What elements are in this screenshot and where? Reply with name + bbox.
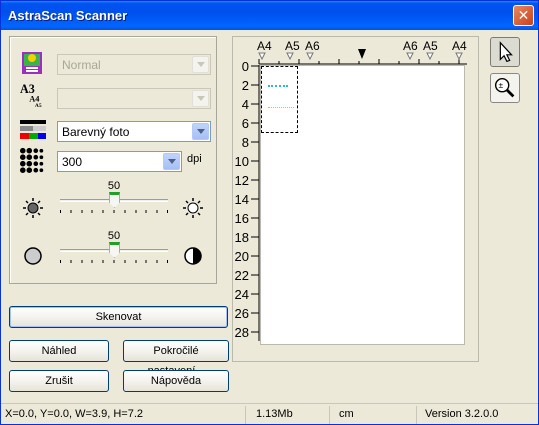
- chevron-down-icon[interactable]: [192, 90, 209, 107]
- paper-size-select[interactable]: [57, 88, 211, 109]
- svg-text:A5: A5: [35, 103, 42, 108]
- cancel-button[interactable]: Zrušit: [9, 370, 109, 392]
- contrast-thumb[interactable]: [109, 242, 120, 258]
- mode-select[interactable]: Normal: [57, 54, 211, 75]
- chevron-down-icon[interactable]: [163, 153, 180, 170]
- left-ruler: [251, 65, 260, 341]
- ruler-y-label: 4: [241, 97, 249, 112]
- ruler-y-label: 0: [241, 59, 249, 74]
- ruler-y-label: 16: [234, 211, 249, 226]
- chevron-down-icon[interactable]: [192, 56, 209, 73]
- ruler-y-label: 28: [234, 325, 249, 340]
- brightness-low-icon: [23, 198, 43, 218]
- slider-ticks: [60, 210, 168, 213]
- file-size-status: 1.13Mb: [254, 406, 330, 424]
- svg-text:±: ±: [498, 80, 503, 90]
- zoom-icon: ±: [494, 77, 515, 98]
- color-mode-select[interactable]: Barevný foto: [57, 121, 211, 142]
- unit-status: cm: [337, 406, 417, 424]
- help-button[interactable]: Nápověda: [123, 370, 229, 392]
- brightness-thumb[interactable]: [109, 192, 120, 208]
- version-status: Version 3.2.0.0: [425, 408, 499, 420]
- mode-value: Normal: [62, 58, 101, 72]
- ruler-y-label: 12: [234, 173, 249, 188]
- ruler-y-label: 8: [241, 135, 249, 150]
- ruler-y-label: 20: [234, 249, 249, 264]
- contrast-low-icon: [24, 247, 42, 265]
- paper-size-row: A3 A4 A5: [10, 82, 218, 110]
- ruler-y-label: 18: [234, 230, 249, 245]
- contrast-value: 50: [107, 230, 121, 242]
- select-tool-button[interactable]: [490, 37, 520, 67]
- ruler-y-label: 10: [234, 154, 249, 169]
- ruler-y-label: 6: [241, 116, 249, 131]
- chevron-down-icon[interactable]: [192, 123, 209, 140]
- color-mode-icon: [20, 120, 46, 139]
- scan-button[interactable]: Skenovat: [9, 306, 228, 328]
- brightness-high-icon: [183, 198, 203, 218]
- brightness-slider[interactable]: 50: [58, 180, 170, 214]
- ruler-y-label: 24: [234, 287, 249, 302]
- scan-preview-canvas[interactable]: [260, 65, 465, 345]
- pointer-icon: [499, 41, 513, 63]
- selection-rectangle[interactable]: [261, 66, 298, 133]
- title-bar: AstraScan Scanner ✕: [1, 1, 538, 30]
- preview-content: [268, 107, 294, 108]
- color-mode-row: Barevný foto: [10, 119, 218, 143]
- slider-ticks: [60, 260, 168, 263]
- advanced-settings-button[interactable]: Pokročilé nastavení...: [123, 340, 229, 377]
- ruler-y-label: 2: [241, 78, 249, 93]
- zoom-tool-button[interactable]: ±: [490, 73, 520, 103]
- mode-row: Normal: [10, 52, 218, 76]
- preview-button[interactable]: Náhled: [9, 340, 109, 362]
- document-type-icon: [22, 52, 42, 74]
- resolution-select[interactable]: 300: [57, 151, 182, 172]
- window-title: AstraScan Scanner: [8, 8, 128, 23]
- top-ruler: [258, 49, 467, 65]
- svg-text:A4: A4: [29, 95, 40, 104]
- status-bar: X=0.0, Y=0.0, W=3.9, H=7.2 1.13Mb cm Ver…: [1, 403, 538, 424]
- center-marker-icon: [358, 49, 366, 59]
- scanner-window: AstraScan Scanner ✕ Normal A3 A4 A5 Bare…: [0, 0, 539, 425]
- settings-panel: Normal A3 A4 A5 Barevný foto 300 dpi 50 …: [9, 36, 217, 284]
- ruler-y-label: 26: [234, 306, 249, 321]
- ruler-y-label: 22: [234, 268, 249, 283]
- selection-status: X=0.0, Y=0.0, W=3.9, H=7.2: [3, 406, 246, 424]
- color-mode-value: Barevný foto: [62, 125, 130, 139]
- contrast-slider[interactable]: 50: [58, 230, 170, 264]
- preview-content: [268, 85, 288, 87]
- resolution-unit: dpi: [187, 153, 202, 165]
- resolution-value: 300: [62, 155, 83, 169]
- ruler-y-label: 14: [234, 192, 249, 207]
- resolution-icon: [20, 147, 44, 173]
- brightness-value: 50: [107, 180, 121, 192]
- close-button[interactable]: ✕: [513, 5, 534, 26]
- paper-size-icon: A3 A4 A5: [20, 82, 42, 108]
- contrast-high-icon: [184, 247, 202, 265]
